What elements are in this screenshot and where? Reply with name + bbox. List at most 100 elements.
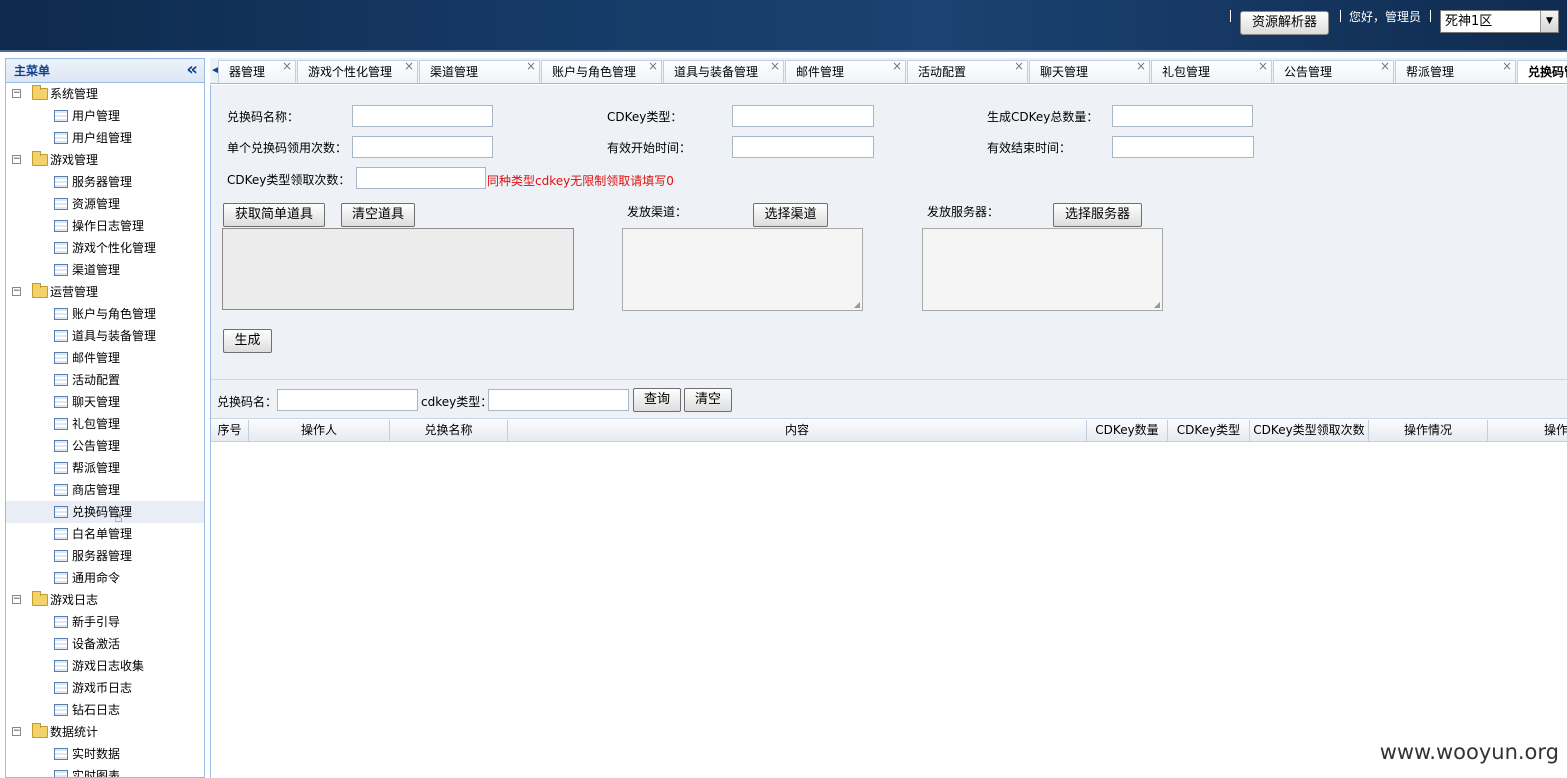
menu-group[interactable]: − 游戏管理 xyxy=(6,149,204,171)
menu-item[interactable]: 邮件管理 xyxy=(6,347,204,369)
menu-item[interactable]: 公告管理 xyxy=(6,435,204,457)
column-header-type[interactable]: CDKey类型 xyxy=(1168,420,1250,442)
page-icon xyxy=(54,506,68,518)
menu-item[interactable]: 游戏日志收集 xyxy=(6,655,204,677)
start-time-input[interactable] xyxy=(732,136,874,158)
column-header-operator[interactable]: 操作人 xyxy=(249,420,390,442)
menu-item[interactable]: 活动配置 xyxy=(6,369,204,391)
resize-grip-icon[interactable]: ◢ xyxy=(854,300,860,309)
search-name-input[interactable] xyxy=(277,389,418,411)
collapse-icon[interactable]: « xyxy=(186,59,198,81)
tab[interactable]: 器管理 × xyxy=(218,58,296,83)
tab[interactable]: 公告管理 × xyxy=(1273,58,1394,83)
menu-item[interactable]: 聊天管理 xyxy=(6,391,204,413)
chevron-down-icon[interactable]: ▼ xyxy=(1540,11,1558,32)
menu-item[interactable]: 操作日志管理 xyxy=(6,215,204,237)
collapse-toggle-icon[interactable]: − xyxy=(12,595,21,604)
column-header-content[interactable]: 内容 xyxy=(508,420,1087,442)
type-times-input[interactable] xyxy=(356,167,486,189)
column-header-action[interactable]: 操作 xyxy=(1488,420,1567,442)
menu-item[interactable]: 商店管理 xyxy=(6,479,204,501)
channel-textarea[interactable]: ◢ xyxy=(622,228,863,311)
query-button[interactable]: 查询 xyxy=(633,388,681,412)
tab[interactable]: 兑换码管理 xyxy=(1517,60,1567,83)
tab[interactable]: 礼包管理 × xyxy=(1151,58,1272,83)
menu-item-label: 服务器管理 xyxy=(72,549,133,563)
tab[interactable]: 账户与角色管理 × xyxy=(541,58,662,83)
menu-item[interactable]: 渠道管理 xyxy=(6,259,204,281)
tab[interactable]: 渠道管理 × xyxy=(419,58,540,83)
tab[interactable]: 活动配置 × xyxy=(907,58,1028,83)
items-area[interactable] xyxy=(222,228,574,310)
single-use-input[interactable] xyxy=(352,136,493,158)
menu-item[interactable]: 通用命令 xyxy=(6,567,204,589)
column-header-type-times[interactable]: CDKey类型领取次数 xyxy=(1250,420,1369,442)
menu-item[interactable]: 礼包管理 xyxy=(6,413,204,435)
tab[interactable]: 帮派管理 × xyxy=(1395,58,1516,83)
menu-item[interactable]: 游戏币日志 xyxy=(6,677,204,699)
menu-item-label: 帮派管理 xyxy=(72,461,121,475)
menu-item[interactable]: 账户与角色管理 xyxy=(6,303,204,325)
menu-item-label: 用户组管理 xyxy=(72,131,133,145)
tab[interactable]: 邮件管理 × xyxy=(785,58,906,83)
close-icon[interactable]: × xyxy=(648,58,658,77)
column-header-count[interactable]: CDKey数量 xyxy=(1087,420,1168,442)
clear-search-button[interactable]: 清空 xyxy=(684,388,732,412)
column-header-index[interactable]: 序号 xyxy=(211,420,249,442)
close-icon[interactable]: × xyxy=(282,58,292,77)
server-select[interactable]: 死神1区 ▼ xyxy=(1440,10,1559,33)
close-icon[interactable]: × xyxy=(526,58,536,77)
column-header-status[interactable]: 操作情况 xyxy=(1369,420,1488,442)
menu-item[interactable]: 钻石日志 xyxy=(6,699,204,721)
menu-item[interactable]: 服务器管理 xyxy=(6,545,204,567)
collapse-toggle-icon[interactable]: − xyxy=(12,155,21,164)
server-textarea[interactable]: ◢ xyxy=(922,228,1163,311)
select-channel-button[interactable]: 选择渠道 xyxy=(753,203,828,227)
menu-item[interactable]: 游戏个性化管理 xyxy=(6,237,204,259)
collapse-toggle-icon[interactable]: − xyxy=(12,287,21,296)
select-server-button[interactable]: 选择服务器 xyxy=(1053,203,1142,227)
generate-button[interactable]: 生成 xyxy=(223,329,272,353)
menu-item[interactable]: 帮派管理 xyxy=(6,457,204,479)
menu-item[interactable]: 资源管理 xyxy=(6,193,204,215)
menu-group[interactable]: − 运营管理 xyxy=(6,281,204,303)
search-type-input[interactable] xyxy=(488,389,629,411)
menu-item[interactable]: 设备激活 xyxy=(6,633,204,655)
resource-parser-button[interactable]: 资源解析器 xyxy=(1240,11,1329,35)
menu-group[interactable]: − 游戏日志 xyxy=(6,589,204,611)
name-input[interactable] xyxy=(352,105,493,127)
close-icon[interactable]: × xyxy=(892,58,902,77)
tab[interactable]: 聊天管理 × xyxy=(1029,58,1150,83)
close-icon[interactable]: × xyxy=(1502,58,1512,77)
tab[interactable]: 游戏个性化管理 × xyxy=(297,58,418,83)
menu-item[interactable]: 用户管理 xyxy=(6,105,204,127)
close-icon[interactable]: × xyxy=(404,58,414,77)
page-icon xyxy=(54,308,68,320)
menu-group[interactable]: − 数据统计 xyxy=(6,721,204,743)
end-time-input[interactable] xyxy=(1112,136,1254,158)
close-icon[interactable]: × xyxy=(1380,58,1390,77)
total-input[interactable] xyxy=(1112,105,1253,127)
menu-item[interactable]: 用户组管理 xyxy=(6,127,204,149)
resize-grip-icon[interactable]: ◢ xyxy=(1154,300,1160,309)
menu-item[interactable]: 兑换码管理 ☝ xyxy=(6,501,204,526)
menu-item[interactable]: 新手引导 xyxy=(6,611,204,633)
type-input[interactable] xyxy=(732,105,874,127)
close-icon[interactable]: × xyxy=(1136,58,1146,77)
close-icon[interactable]: × xyxy=(1014,58,1024,77)
tab[interactable]: 道具与装备管理 × xyxy=(663,58,784,83)
menu-group[interactable]: − 系统管理 xyxy=(6,83,204,105)
menu-item[interactable]: 白名单管理 xyxy=(6,523,204,545)
close-icon[interactable]: × xyxy=(770,58,780,77)
close-icon[interactable]: × xyxy=(1258,58,1268,77)
menu-item[interactable]: 道具与装备管理 xyxy=(6,325,204,347)
menu-item[interactable]: 实时图表 xyxy=(6,765,204,777)
collapse-toggle-icon[interactable]: − xyxy=(12,727,21,736)
clear-items-button[interactable]: 清空道具 xyxy=(341,203,415,227)
get-items-button[interactable]: 获取简单道具 xyxy=(223,203,325,227)
column-header-name[interactable]: 兑换名称 xyxy=(390,420,508,442)
collapse-toggle-icon[interactable]: − xyxy=(12,89,21,98)
menu-item[interactable]: 服务器管理 xyxy=(6,171,204,193)
menu-item[interactable]: 实时数据 xyxy=(6,743,204,765)
page-icon xyxy=(54,704,68,716)
